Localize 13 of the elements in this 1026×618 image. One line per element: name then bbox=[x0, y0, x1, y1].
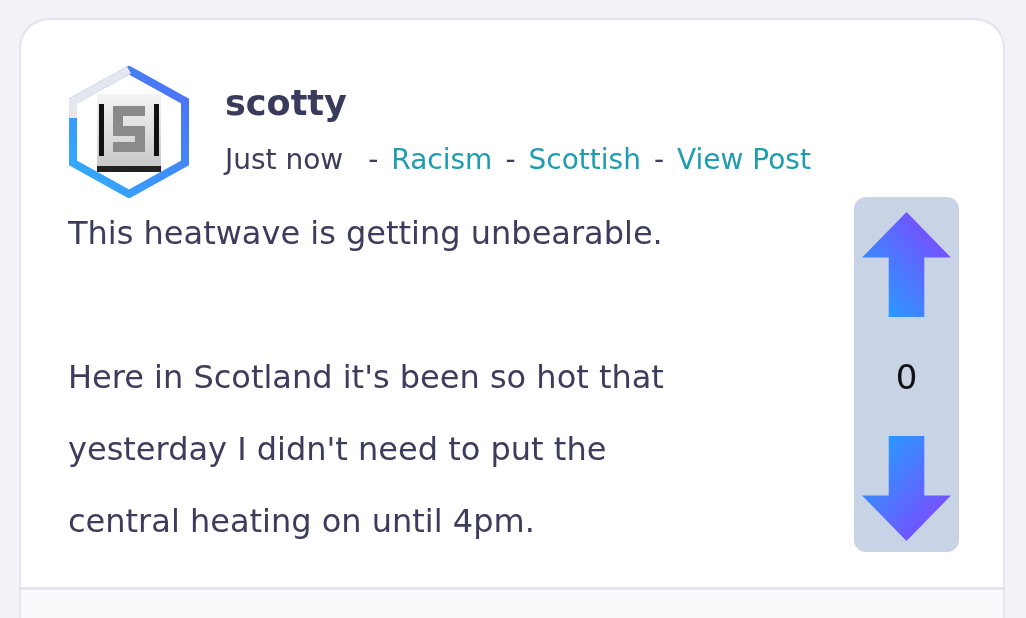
meta-separator: - bbox=[653, 142, 664, 178]
meta-separator: - bbox=[368, 142, 379, 178]
tag-link[interactable]: Scottish bbox=[528, 142, 641, 178]
post-text: Here in Scotland it's been so hot that yesterday I didn't need to put the central heating on until 4pm. bbox=[68, 357, 665, 542]
view-post-link[interactable]: View Post bbox=[677, 142, 811, 178]
vote-count: 0 bbox=[895, 356, 918, 397]
tag-link[interactable]: Racism bbox=[391, 142, 493, 178]
down-arrow-icon[interactable] bbox=[862, 436, 951, 541]
author-name[interactable]: scotty bbox=[225, 80, 347, 126]
meta-separator: - bbox=[505, 142, 516, 178]
up-arrow-icon[interactable] bbox=[862, 212, 951, 317]
post-text: This heatwave is getting unbearable. bbox=[68, 213, 664, 254]
post-time: Just now bbox=[225, 142, 344, 178]
